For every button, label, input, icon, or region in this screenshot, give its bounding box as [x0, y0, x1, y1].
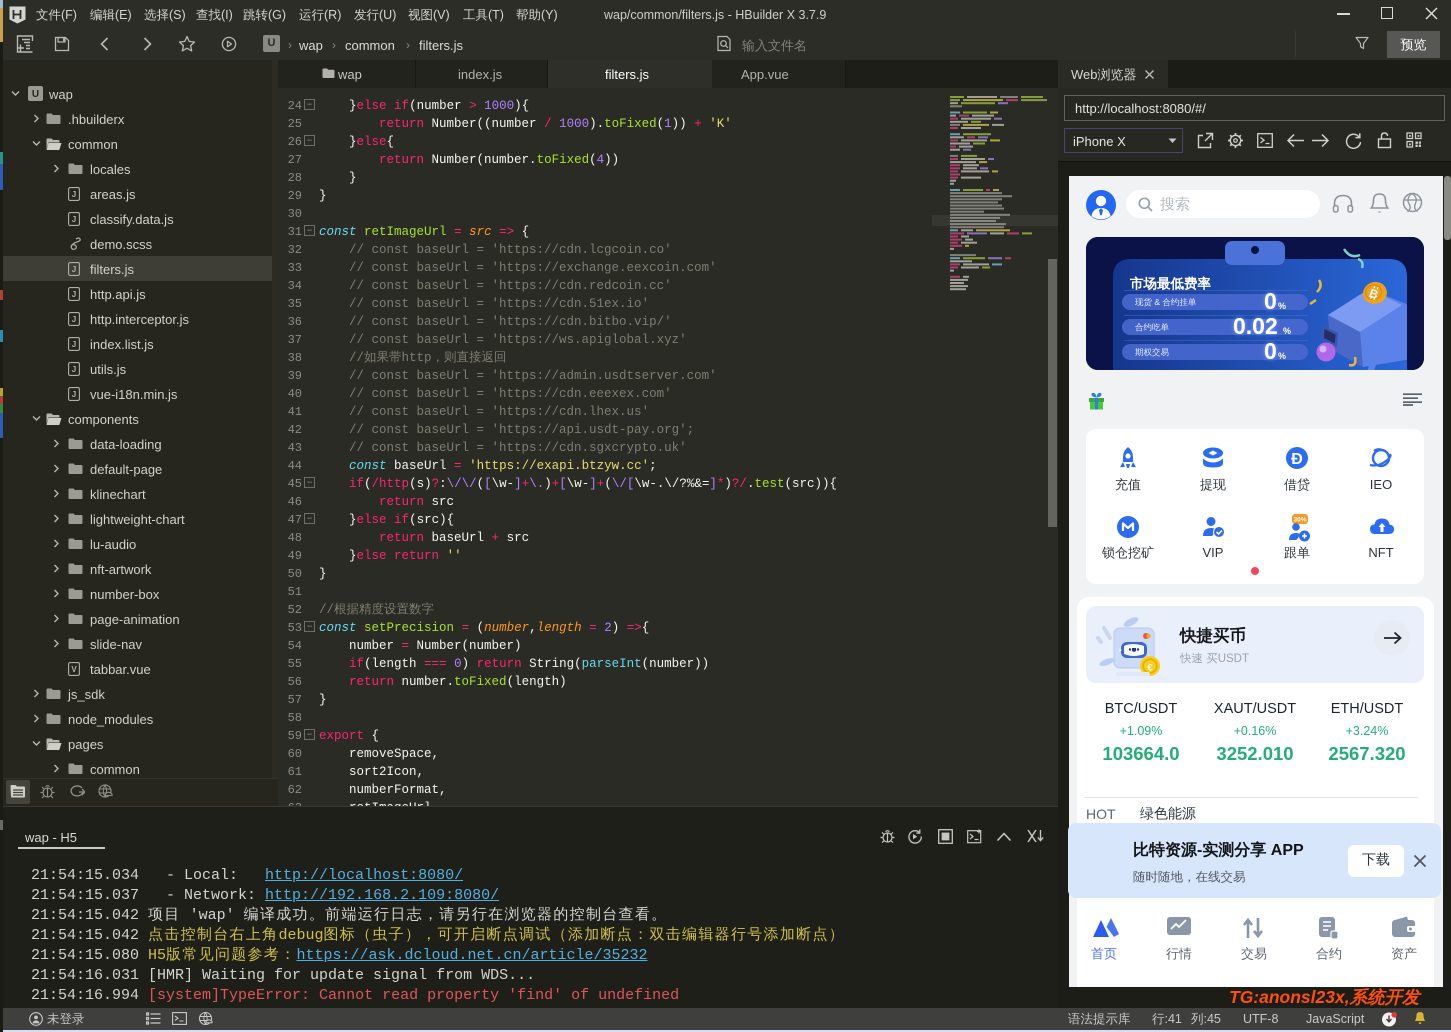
svg-text:合约吃单: 合约吃单 — [1135, 322, 1170, 333]
svg-text:期权交易: 期权交易 — [1135, 347, 1170, 358]
svg-text:现货 & 合约挂单: 现货 & 合约挂单 — [1135, 297, 1197, 308]
svg-text:J: J — [72, 290, 76, 299]
svg-text:V: V — [71, 665, 77, 674]
svg-text:0: 0 — [1264, 337, 1277, 366]
svg-text:J: J — [72, 340, 76, 349]
svg-text:%: % — [1278, 350, 1286, 362]
svg-text:J: J — [72, 265, 76, 274]
svg-text:Đ: Đ — [1291, 451, 1303, 468]
svg-text:J: J — [72, 315, 76, 324]
svg-text:%: % — [1283, 325, 1291, 337]
svg-text:€: € — [1147, 662, 1153, 674]
svg-text:J: J — [72, 215, 76, 224]
svg-text:J: J — [72, 190, 76, 199]
svg-text:30%: 30% — [1293, 517, 1306, 524]
svg-text:%: % — [1278, 300, 1286, 312]
svg-text:J: J — [72, 365, 76, 374]
svg-text:J: J — [72, 390, 76, 399]
